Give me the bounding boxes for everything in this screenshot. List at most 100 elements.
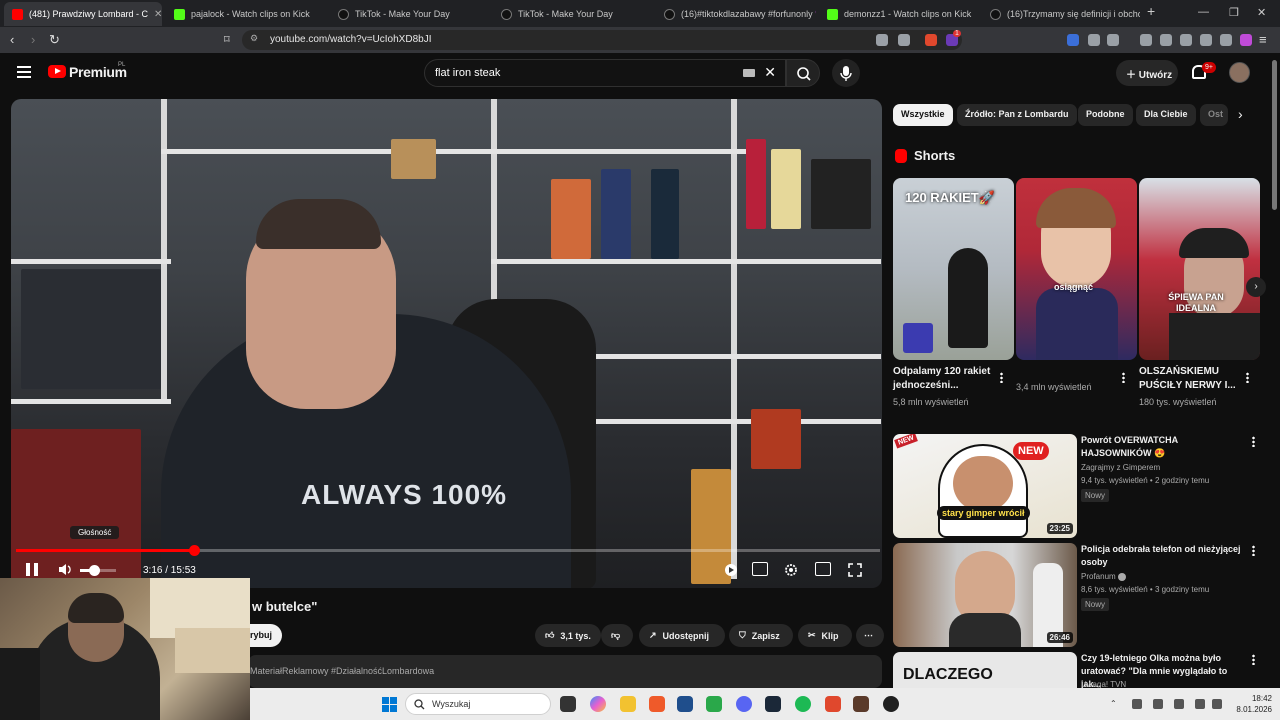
chip-source[interactable]: Źródło: Pan z Lombardu	[957, 104, 1077, 126]
volume-slider[interactable]	[80, 565, 116, 576]
forward-icon[interactable]: ›	[31, 32, 35, 47]
search-button[interactable]	[786, 59, 820, 87]
taskbar-clock[interactable]: 18:42 8.01.2026	[1226, 693, 1272, 715]
clear-search-icon[interactable]: ✕	[764, 64, 776, 81]
minimize-icon[interactable]: —	[1198, 6, 1209, 18]
short-card[interactable]: ŚPIEWA PAN IDEALNA	[1139, 178, 1260, 360]
network-icon[interactable]	[1195, 699, 1205, 709]
copilot-icon[interactable]	[590, 696, 606, 712]
voice-search-button[interactable]	[832, 59, 860, 87]
progress-scrubber[interactable]	[188, 545, 200, 556]
fullscreen-icon[interactable]	[848, 563, 862, 577]
obs-icon[interactable]	[883, 696, 899, 712]
task-view-icon[interactable]	[560, 696, 576, 712]
miniplayer-icon[interactable]	[815, 562, 831, 576]
install-app-icon[interactable]	[876, 34, 888, 46]
menu-icon[interactable]: ≡	[1259, 32, 1267, 47]
close-tab-icon[interactable]: ✕	[154, 9, 162, 20]
save-button[interactable]: ⛉ Zapisz	[729, 624, 793, 647]
vpn-icon[interactable]	[1220, 34, 1232, 46]
taskbar-search-input[interactable]: Wyszukaj	[405, 693, 551, 715]
recommendation-thumbnail[interactable]: DLACZEGO	[893, 652, 1077, 688]
extensions-icon[interactable]	[1200, 34, 1212, 46]
brave-shield-icon[interactable]	[925, 34, 937, 46]
chip-related[interactable]: Podobne	[1078, 104, 1133, 126]
channel-name[interactable]: Zagrajmy z Gimperem	[1081, 463, 1160, 472]
account-avatar[interactable]	[1229, 62, 1250, 83]
extension-icon[interactable]	[1088, 34, 1100, 46]
browser-tab[interactable]: (16)Trzymamy się definicji i obchodz	[982, 2, 1140, 26]
wallet-icon[interactable]	[1180, 34, 1192, 46]
recommendation-title[interactable]: Powrót OVERWATCHA HAJSOWNIKÓW 😍	[1081, 434, 1243, 460]
channel-name[interactable]: Profanum	[1081, 572, 1126, 581]
music-icon[interactable]	[1140, 34, 1152, 46]
settings-gear-icon[interactable]	[783, 562, 799, 578]
discord-icon[interactable]	[736, 696, 752, 712]
recommendation-title[interactable]: Policja odebrała telefon od nieżyjącej o…	[1081, 543, 1243, 569]
more-vertical-icon[interactable]	[1000, 372, 1003, 383]
recommendation-thumbnail[interactable]: NEW NEW stary gimper wrócił 23:25	[893, 434, 1077, 538]
more-vertical-icon[interactable]	[1252, 545, 1255, 556]
dislike-button[interactable]: 👎︎	[601, 624, 633, 647]
xbox-icon[interactable]	[706, 696, 722, 712]
shorts-next-arrow-icon[interactable]: ›	[1246, 277, 1266, 297]
brave-browser-icon[interactable]	[649, 696, 665, 712]
speaker-icon[interactable]	[1212, 699, 1222, 709]
create-button[interactable]: ＋ Utwórz	[1116, 60, 1178, 86]
more-actions-button[interactable]: ⋯	[856, 624, 884, 647]
bookmark-icon[interactable]: ⌑	[224, 33, 230, 46]
browser-tab[interactable]: demonzz1 - Watch clips on Kick	[819, 2, 979, 26]
chip-for-you[interactable]: Dla Ciebie	[1136, 104, 1196, 126]
tray-app-icon[interactable]	[1153, 699, 1163, 709]
page-scrollbar[interactable]	[1272, 60, 1277, 210]
back-icon[interactable]: ‹	[10, 32, 14, 47]
new-tab-icon[interactable]: +	[1147, 3, 1155, 19]
keyboard-icon[interactable]	[743, 69, 755, 77]
search-input[interactable]: flat iron steak ✕	[424, 59, 786, 87]
pause-icon[interactable]	[26, 563, 38, 576]
steam-icon[interactable]	[765, 696, 781, 712]
tray-overflow-icon[interactable]: ⌃	[1110, 699, 1120, 709]
extension-icon[interactable]	[1067, 34, 1079, 46]
short-title[interactable]: OLSZAŃSKIEMU PUŚCIŁY NERWY I...	[1139, 365, 1249, 393]
reload-icon[interactable]: ↻	[49, 32, 60, 48]
chevron-right-icon[interactable]: ›	[1238, 106, 1243, 122]
autoplay-toggle-icon[interactable]	[724, 563, 738, 577]
browser-tab[interactable]: (481) Prawdziwy Lombard - C ✕	[4, 2, 162, 26]
sidebar-icon[interactable]	[1160, 34, 1172, 46]
subtitles-icon[interactable]	[752, 562, 768, 576]
short-card[interactable]: osiągnąć	[1016, 178, 1137, 360]
short-title[interactable]: Odpalamy 120 rakiet jednocześni...	[893, 365, 1003, 393]
ai-icon[interactable]	[1240, 34, 1252, 46]
maximize-icon[interactable]: ❐	[1229, 6, 1239, 19]
spotify-icon[interactable]	[795, 696, 811, 712]
more-vertical-icon[interactable]	[1122, 372, 1125, 383]
chip-all[interactable]: Wszystkie	[893, 104, 953, 126]
short-card[interactable]: 120 RAKIET🚀	[893, 178, 1014, 360]
youtube-logo-icon[interactable]	[48, 65, 66, 78]
browser-tab[interactable]: pajalock - Watch clips on Kick	[166, 2, 326, 26]
share-button[interactable]: ↗ Udostępnij	[639, 624, 725, 647]
extension-icon[interactable]	[1107, 34, 1119, 46]
chip-recent[interactable]: Ost	[1200, 104, 1228, 126]
share-icon[interactable]	[898, 34, 910, 46]
close-window-icon[interactable]: ✕	[1257, 6, 1266, 19]
tray-app-icon[interactable]	[1132, 699, 1142, 709]
microphone-tray-icon[interactable]	[1174, 699, 1184, 709]
subscribe-button[interactable]: rybuj	[248, 624, 282, 647]
clip-button[interactable]: ✂ Klip	[798, 624, 852, 647]
file-explorer-icon[interactable]	[620, 696, 636, 712]
app-icon[interactable]	[853, 696, 869, 712]
volume-icon[interactable]	[58, 563, 72, 576]
like-button[interactable]: 👍︎ 3,1 tys.	[535, 624, 601, 647]
more-vertical-icon[interactable]	[1252, 654, 1255, 665]
progress-bar[interactable]	[16, 545, 880, 556]
more-vertical-icon[interactable]	[1246, 372, 1249, 383]
browser-tab[interactable]: TikTok - Make Your Day	[330, 2, 490, 26]
address-bar[interactable]: ⚙ youtube.com/watch?v=UcIohXD8bJI	[242, 30, 962, 50]
recommendation-thumbnail[interactable]: 26:46	[893, 543, 1077, 647]
description-hashtags[interactable]: MateriałReklamowy #DziałalnośćLombardowa	[250, 666, 434, 676]
store-icon[interactable]	[677, 696, 693, 712]
site-info-icon[interactable]: ⚙	[250, 33, 258, 44]
browser-tab[interactable]: TikTok - Make Your Day	[493, 2, 653, 26]
